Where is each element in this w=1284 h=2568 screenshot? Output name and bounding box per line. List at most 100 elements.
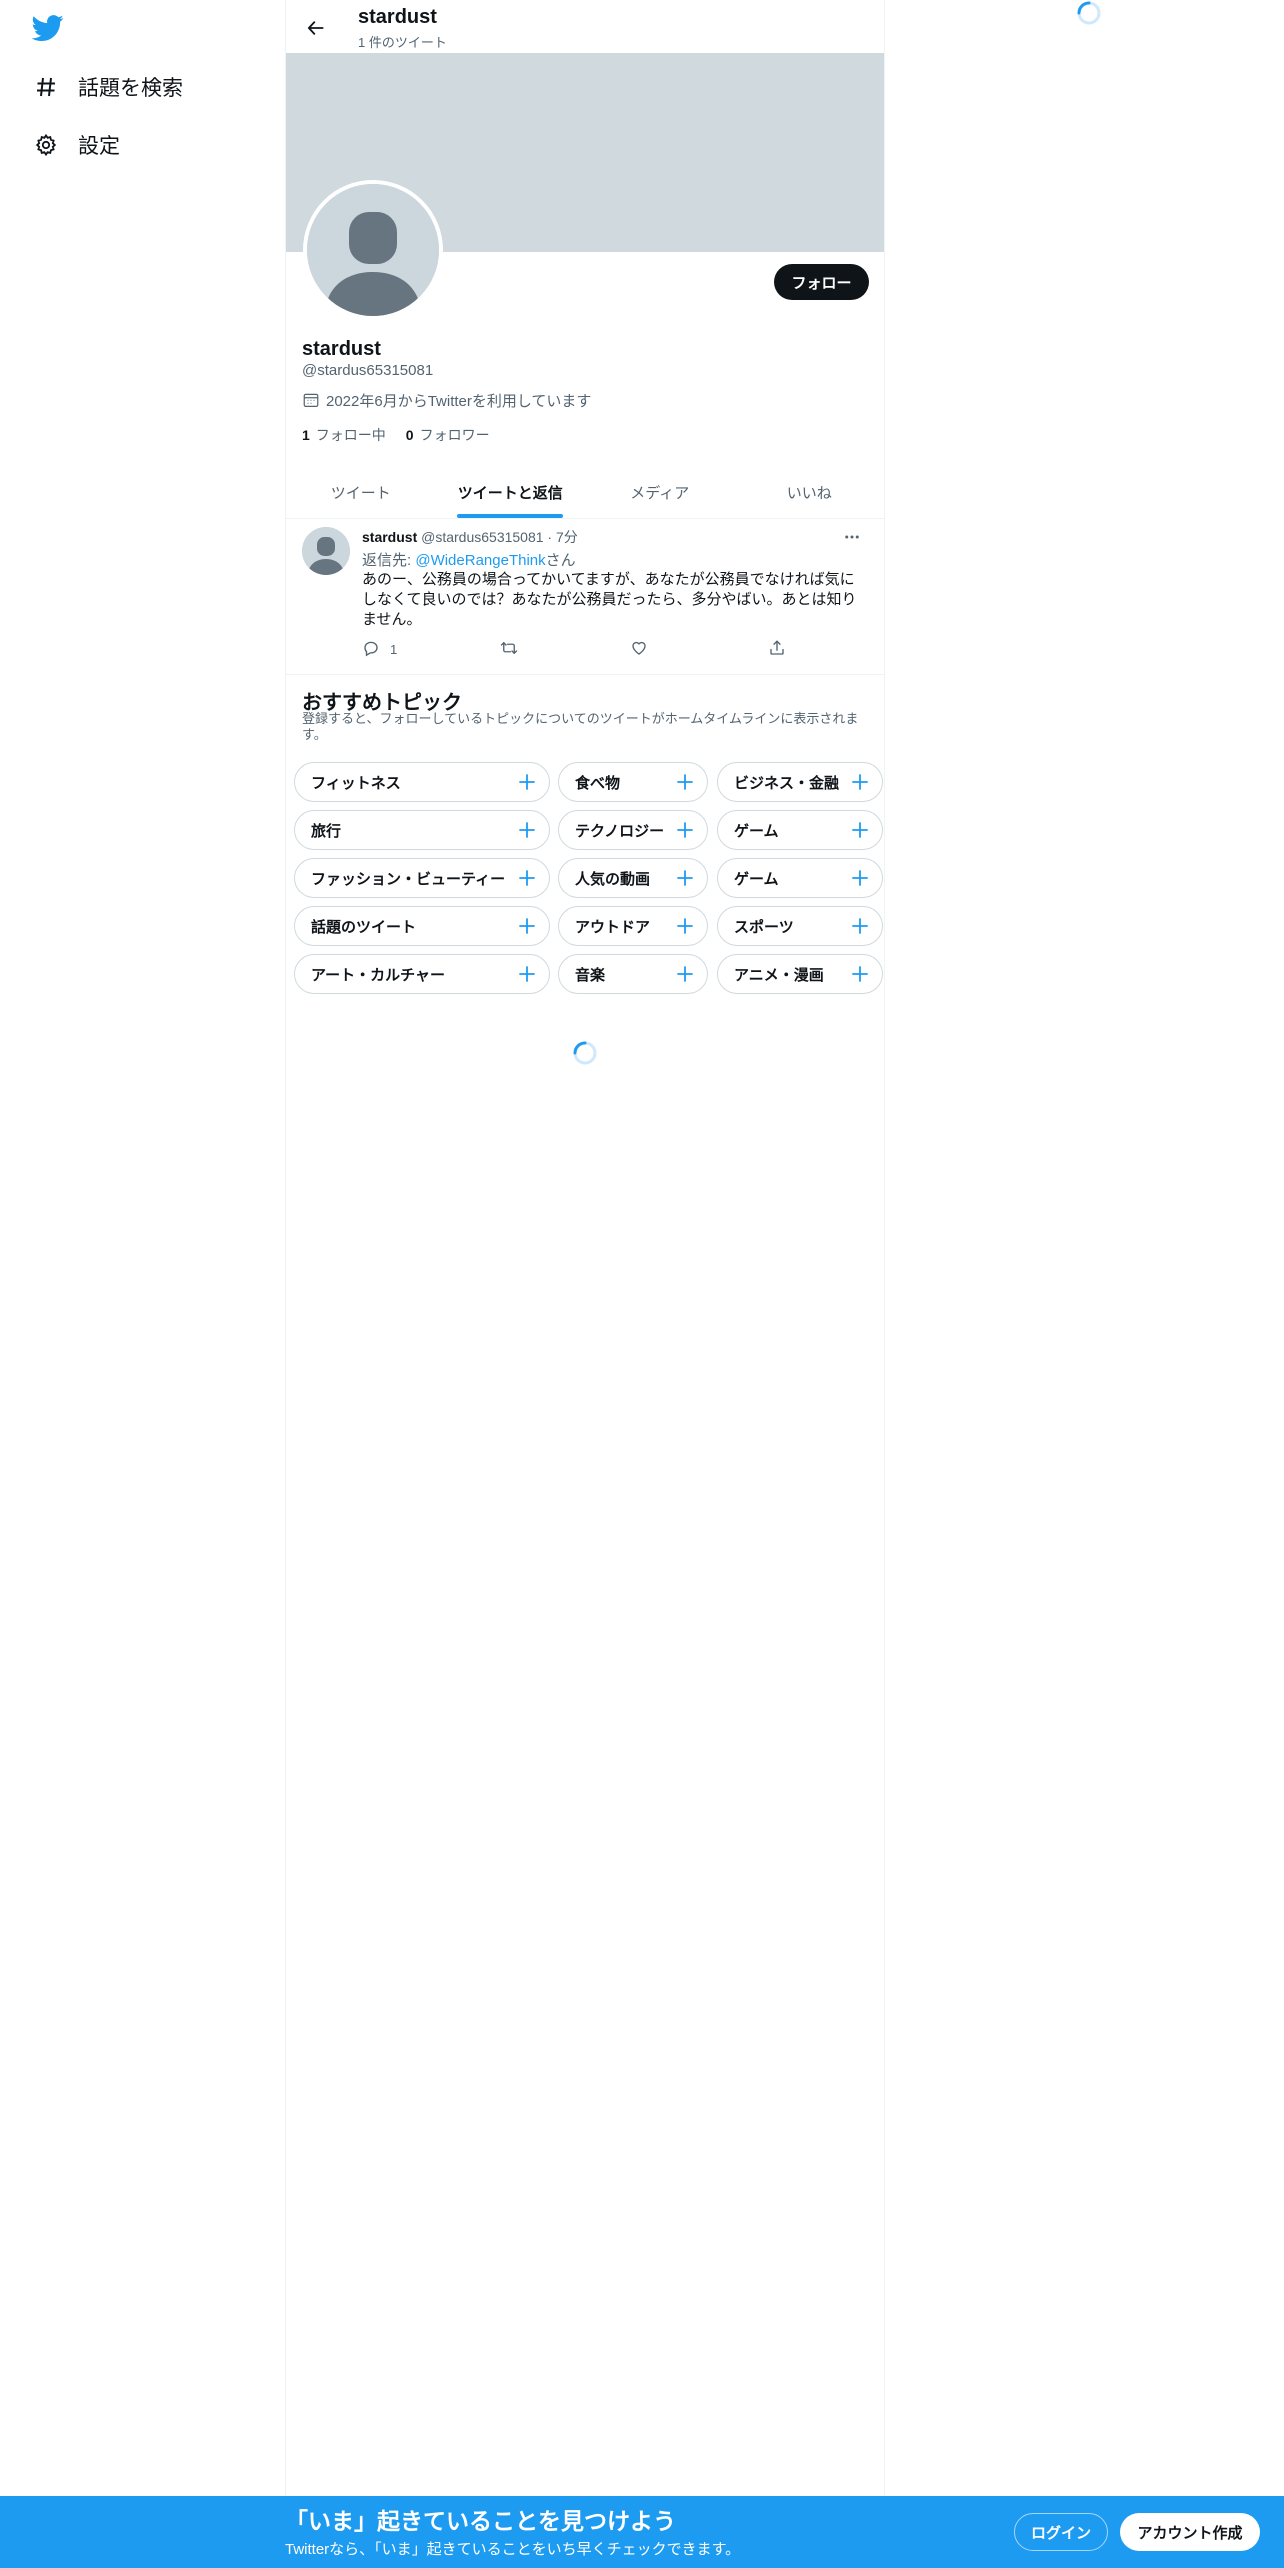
plus-icon[interactable] bbox=[675, 868, 695, 888]
tweet-reply-context: 返信先: @WideRangeThinkさん bbox=[362, 549, 576, 570]
topic-chip-label: ビジネス・金融 bbox=[734, 774, 840, 792]
topic-chip-label: 人気の動画 bbox=[575, 870, 651, 888]
nav-settings[interactable]: 設定 bbox=[32, 125, 120, 165]
back-arrow-icon[interactable] bbox=[300, 12, 332, 44]
topic-chip-label: アート・カルチャー bbox=[311, 966, 445, 984]
topic-chip[interactable]: 話題のツイート bbox=[294, 906, 550, 946]
plus-icon[interactable] bbox=[675, 820, 695, 840]
topic-chip[interactable]: フィットネス bbox=[294, 762, 550, 802]
followers-link[interactable]: 0 フォロワー bbox=[406, 425, 490, 445]
retweet-button[interactable] bbox=[500, 639, 518, 660]
reply-mention-link[interactable]: @WideRangeThink bbox=[415, 552, 545, 569]
followers-label: フォロワー bbox=[419, 427, 490, 443]
plus-icon[interactable] bbox=[675, 916, 695, 936]
plus-icon[interactable] bbox=[675, 964, 695, 984]
topic-chip[interactable]: テクノロジー bbox=[558, 810, 708, 850]
profile-name: stardust bbox=[302, 338, 381, 360]
plus-icon[interactable] bbox=[675, 772, 695, 792]
topic-chip-label: ゲーム bbox=[734, 870, 779, 888]
topic-chip-label: 旅行 bbox=[311, 822, 342, 840]
heart-icon bbox=[630, 639, 648, 660]
topics-description: 登録すると、フォローしているトピックについてのツイートがホームタイムラインに表示… bbox=[302, 711, 859, 742]
plus-icon[interactable] bbox=[517, 868, 537, 888]
topic-chip-label: ゲーム bbox=[734, 822, 779, 840]
plus-icon[interactable] bbox=[517, 916, 537, 936]
topic-chip[interactable]: アウトドア bbox=[558, 906, 708, 946]
signup-banner-title: 「いま」起きていることを見つけよう bbox=[285, 2508, 676, 2534]
header-title: stardust bbox=[358, 6, 437, 28]
topic-chip-label: スポーツ bbox=[734, 918, 794, 936]
topic-chip[interactable]: 人気の動画 bbox=[558, 858, 708, 898]
topic-chip-label: 話題のツイート bbox=[311, 918, 417, 936]
topic-chip-label: ファッション・ビューティー bbox=[311, 870, 506, 888]
topic-chip[interactable]: 食べ物 bbox=[558, 762, 708, 802]
plus-icon[interactable] bbox=[850, 820, 870, 840]
topic-chip-label: アニメ・漫画 bbox=[734, 966, 824, 984]
loading-spinner-icon bbox=[572, 1040, 598, 1066]
twitter-bird-icon[interactable] bbox=[31, 12, 64, 44]
topic-chip[interactable]: ファッション・ビューティー bbox=[294, 858, 550, 898]
tweet-actions: 1 bbox=[362, 639, 792, 661]
tweet-header: stardust @stardus65315081 · 7分 bbox=[362, 527, 578, 547]
like-button[interactable] bbox=[630, 639, 648, 660]
signup-button[interactable]: アカウント作成 bbox=[1120, 2513, 1260, 2551]
plus-icon[interactable] bbox=[850, 868, 870, 888]
header-tweet-count: 1 件のツイート bbox=[358, 35, 447, 50]
followers-count: 0 bbox=[405, 427, 414, 443]
retweet-icon bbox=[500, 639, 518, 660]
topic-chip[interactable]: ゲーム bbox=[717, 858, 883, 898]
topic-chip[interactable]: スポーツ bbox=[717, 906, 883, 946]
topic-chip-label: 音楽 bbox=[575, 966, 606, 984]
profile-handle: @stardus65315081 bbox=[302, 362, 434, 379]
reply-button[interactable]: 1 bbox=[362, 639, 397, 660]
topic-chip[interactable]: ゲーム bbox=[717, 810, 883, 850]
tab-tweets[interactable]: ツイート bbox=[286, 466, 436, 518]
tweet-handle-time[interactable]: @stardus65315081 · 7分 bbox=[421, 529, 578, 545]
following-link[interactable]: 1 フォロー中 bbox=[302, 425, 386, 445]
plus-icon[interactable] bbox=[517, 820, 537, 840]
profile-avatar[interactable] bbox=[303, 180, 443, 320]
tab-media[interactable]: メディア bbox=[585, 466, 735, 518]
profile-header-bar: stardust 1 件のツイート bbox=[286, 0, 884, 53]
follow-button[interactable]: フォロー bbox=[774, 264, 869, 300]
share-button[interactable] bbox=[768, 639, 786, 660]
plus-icon[interactable] bbox=[517, 964, 537, 984]
topic-chip[interactable]: アート・カルチャー bbox=[294, 954, 550, 994]
following-label: フォロー中 bbox=[315, 427, 386, 443]
profile-tabs: ツイート ツイートと返信 メディア いいね bbox=[286, 466, 884, 519]
nav-explore-label: 話題を検索 bbox=[78, 77, 183, 100]
plus-icon[interactable] bbox=[850, 772, 870, 792]
reply-suffix: さん bbox=[545, 552, 576, 569]
login-button[interactable]: ログイン bbox=[1014, 2513, 1108, 2551]
topic-chip[interactable]: 音楽 bbox=[558, 954, 708, 994]
nav-explore[interactable]: 話題を検索 bbox=[32, 67, 183, 107]
tweet-text: あのー、公務員の場合ってかいてますが、あなたが公務員でなければ気にしなくて良いの… bbox=[362, 571, 857, 628]
plus-icon[interactable] bbox=[850, 916, 870, 936]
signup-banner: 「いま」起きていることを見つけよう Twitterなら、「いま」起きていることを… bbox=[0, 2496, 1284, 2568]
topic-chip-label: テクノロジー bbox=[575, 822, 665, 840]
joined-text: 2022年6月からTwitterを利用しています bbox=[326, 393, 592, 410]
profile-stats: 1 フォロー中 0 フォロワー bbox=[302, 425, 510, 445]
signup-banner-subtitle: Twitterなら、「いま」起きていることをいち早くチェックできます。 bbox=[285, 2541, 741, 2558]
more-options-icon[interactable] bbox=[840, 525, 864, 549]
tweet-avatar[interactable] bbox=[302, 527, 350, 575]
share-icon bbox=[768, 639, 786, 660]
plus-icon[interactable] bbox=[850, 964, 870, 984]
plus-icon[interactable] bbox=[517, 772, 537, 792]
nav-settings-label: 設定 bbox=[78, 135, 120, 158]
tweet-article[interactable]: stardust @stardus65315081 · 7分 返信先: @Wid… bbox=[286, 519, 884, 675]
tab-likes[interactable]: いいね bbox=[735, 466, 885, 518]
reply-icon bbox=[362, 639, 380, 660]
calendar-icon bbox=[302, 391, 322, 411]
tweet-author-name[interactable]: stardust bbox=[362, 529, 417, 545]
gear-icon bbox=[32, 131, 60, 159]
topic-chip-label: フィットネス bbox=[311, 774, 401, 792]
topic-chip-label: アウトドア bbox=[575, 918, 651, 936]
reply-prefix: 返信先: bbox=[362, 552, 416, 569]
topic-chip[interactable]: アニメ・漫画 bbox=[717, 954, 883, 994]
profile-joined-date: 2022年6月からTwitterを利用しています bbox=[302, 390, 591, 411]
topic-chip[interactable]: ビジネス・金融 bbox=[717, 762, 883, 802]
topic-chip[interactable]: 旅行 bbox=[294, 810, 550, 850]
tab-tweets-and-replies[interactable]: ツイートと返信 bbox=[436, 466, 586, 518]
loading-spinner-icon bbox=[1076, 0, 1102, 26]
